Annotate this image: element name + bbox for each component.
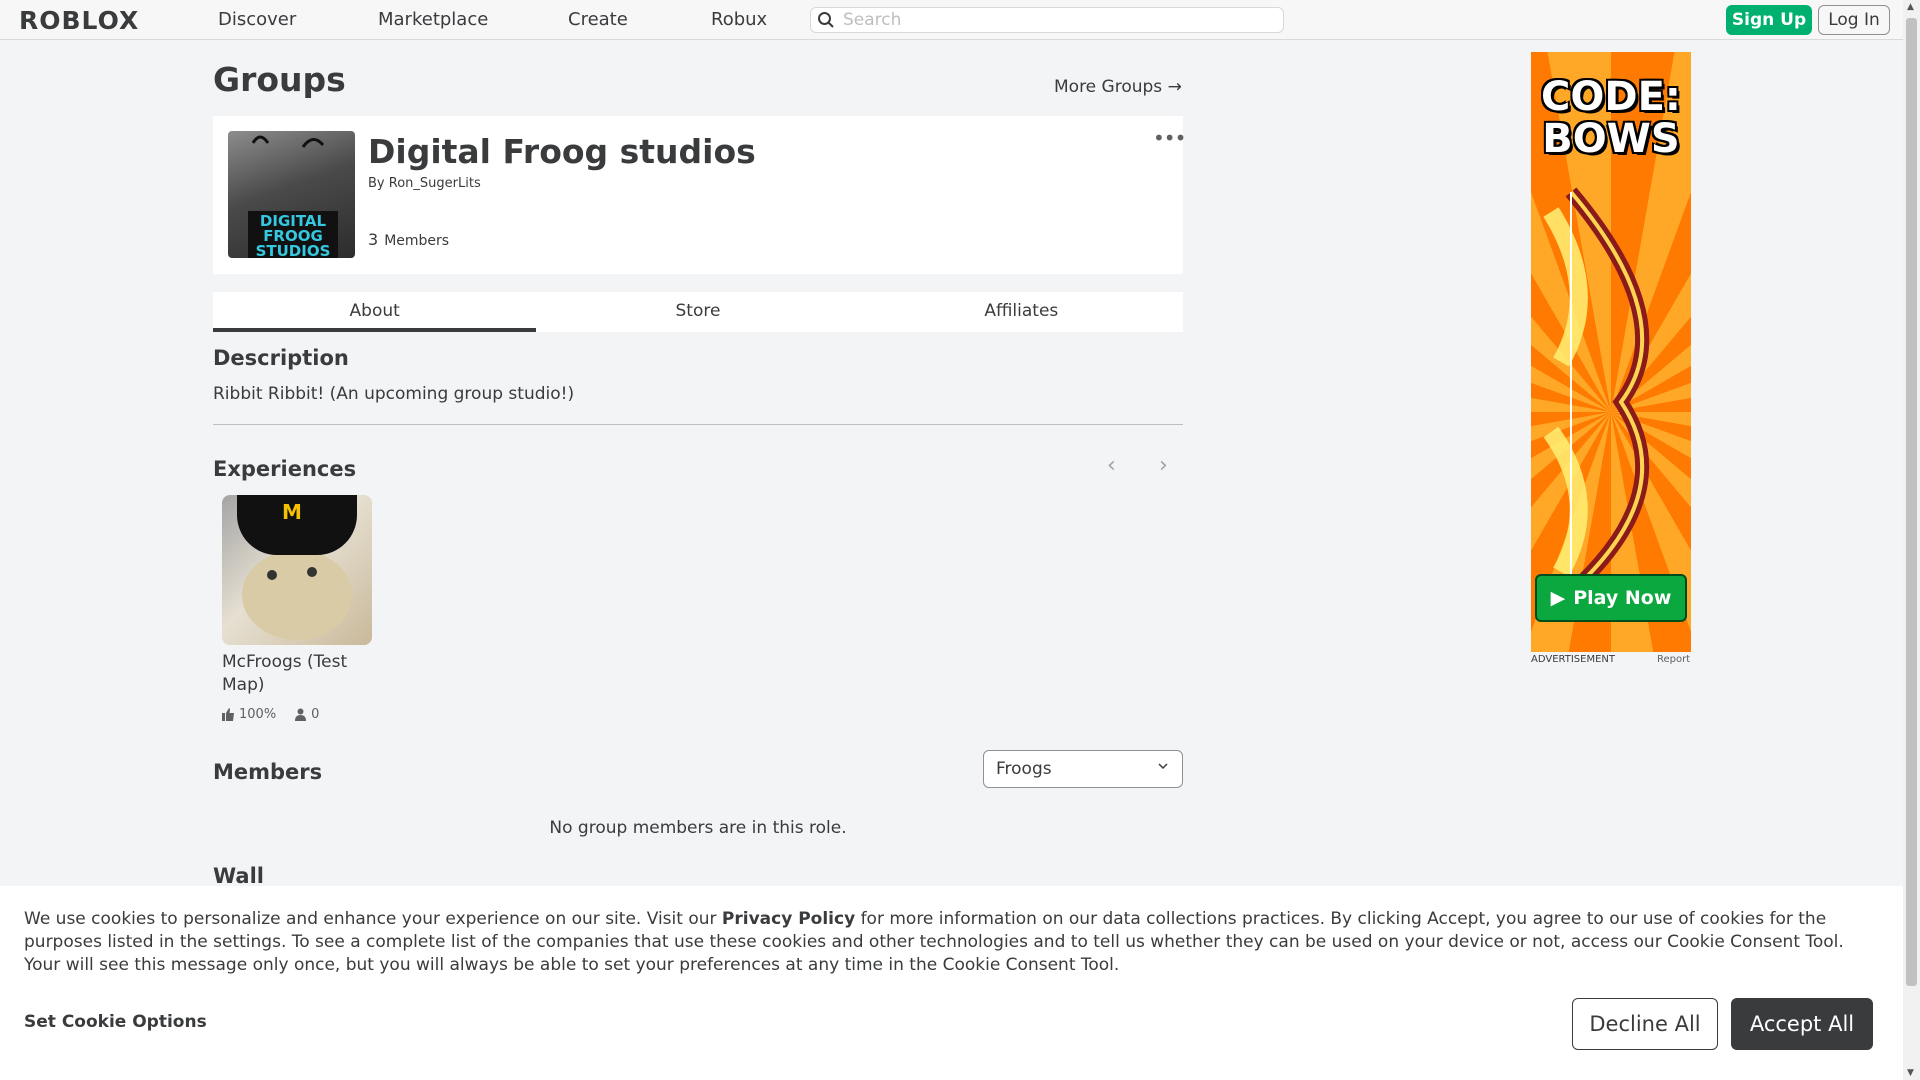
experience-stats: 100% 0	[222, 707, 372, 722]
nav-discover[interactable]: Discover	[218, 9, 296, 30]
group-emblem-text: DIGITAL FROOG STUDIOS	[248, 211, 338, 258]
role-dropdown-value: Froogs	[996, 759, 1052, 779]
group-emblem-image: DIGITAL FROOG STUDIOS	[228, 131, 355, 258]
accept-all-button[interactable]: Accept All	[1731, 998, 1873, 1050]
group-header-card: DIGITAL FROOG STUDIOS Digital Froog stud…	[213, 116, 1186, 274]
group-name: Digital Froog studios	[368, 132, 756, 171]
owner-link[interactable]: Ron_SugerLits	[389, 176, 481, 191]
more-groups-link[interactable]: More Groups →	[1054, 77, 1182, 97]
nav-create[interactable]: Create	[568, 9, 628, 30]
privacy-policy-link[interactable]: Privacy Policy	[722, 909, 855, 929]
top-navbar: ROBLOX Discover Marketplace Create Robux…	[0, 0, 1903, 40]
mcdonalds-logo-icon: M	[282, 500, 302, 524]
experiences-title: Experiences	[213, 457, 357, 481]
players-value: 0	[311, 707, 320, 722]
experience-thumbnail[interactable]: M	[222, 495, 372, 645]
tab-about[interactable]: About	[213, 292, 537, 332]
ad-play-label: Play Now	[1573, 587, 1672, 609]
members-label: Members	[384, 233, 450, 249]
frog-eye	[307, 567, 317, 577]
more-options-icon[interactable]: •••	[1153, 126, 1186, 150]
member-count: 3 Members	[368, 230, 449, 249]
eyes-decoration-icon	[251, 135, 325, 148]
role-dropdown[interactable]: Froogs	[983, 750, 1183, 788]
frog-eye	[267, 570, 277, 580]
nav-marketplace[interactable]: Marketplace	[378, 9, 488, 30]
tab-store[interactable]: Store	[536, 292, 859, 332]
divider	[213, 424, 1183, 425]
member-count-value: 3	[368, 230, 379, 249]
group-tabs: About Store Affiliates	[213, 292, 1183, 332]
scrollbar-thumb[interactable]	[1906, 18, 1917, 986]
by-label: By	[368, 176, 385, 191]
ad-title: CODE: BOWS	[1541, 74, 1681, 162]
ad-report-link[interactable]: Report	[1657, 654, 1690, 665]
cookie-banner: We use cookies to personalize and enhanc…	[0, 886, 1903, 1080]
page-title: Groups	[213, 60, 346, 99]
play-triangle-icon: ▶	[1550, 587, 1566, 609]
decline-all-button[interactable]: Decline All	[1572, 998, 1718, 1050]
signup-button[interactable]: Sign Up	[1726, 5, 1812, 35]
nav-robux[interactable]: Robux	[711, 9, 767, 30]
chevron-down-icon	[1158, 763, 1168, 770]
page-scrollbar[interactable]: ▲ ▼	[1903, 0, 1920, 1080]
rating-stat: 100%	[222, 707, 276, 722]
experience-title[interactable]: McFroogs (Test Map)	[222, 651, 372, 697]
description-title: Description	[213, 346, 349, 370]
thumbs-up-icon	[222, 708, 234, 721]
chevron-right-icon[interactable]: ›	[1159, 453, 1168, 478]
tab-affiliates[interactable]: Affiliates	[860, 292, 1183, 332]
ad-play-now-button[interactable]: ▶ Play Now	[1535, 574, 1687, 622]
frog-face-image	[242, 550, 352, 640]
player-icon	[295, 708, 307, 721]
set-cookie-options-link[interactable]: Set Cookie Options	[24, 1012, 207, 1032]
players-stat: 0	[294, 707, 319, 722]
members-title: Members	[213, 760, 323, 784]
scroll-down-arrow-icon[interactable]: ▼	[1907, 1068, 1914, 1078]
cookie-message: We use cookies to personalize and enhanc…	[24, 908, 1884, 977]
group-owner-line: By Ron_SugerLits	[368, 176, 481, 191]
rating-value: 100%	[239, 707, 277, 722]
description-text: Ribbit Ribbit! (An upcoming group studio…	[213, 384, 575, 404]
search-input[interactable]	[843, 9, 1263, 31]
login-button[interactable]: Log In	[1818, 5, 1890, 35]
advertisement-banner[interactable]: CODE: BOWS ▶ Play Now	[1531, 52, 1691, 652]
cookie-text-before: We use cookies to personalize and enhanc…	[24, 909, 722, 929]
wall-title: Wall	[213, 864, 264, 888]
flaming-bow-icon	[1543, 187, 1650, 598]
experience-card[interactable]: M McFroogs (Test Map) 100% 0	[222, 495, 372, 722]
chevron-left-icon[interactable]: ‹	[1107, 453, 1116, 478]
roblox-logo[interactable]: ROBLOX	[19, 6, 139, 35]
advertisement-label: ADVERTISEMENT	[1531, 654, 1616, 665]
search-icon	[818, 12, 834, 28]
search-box[interactable]	[810, 7, 1284, 33]
empty-members-message: No group members are in this role.	[549, 818, 847, 838]
scroll-up-arrow-icon[interactable]: ▲	[1907, 2, 1914, 12]
